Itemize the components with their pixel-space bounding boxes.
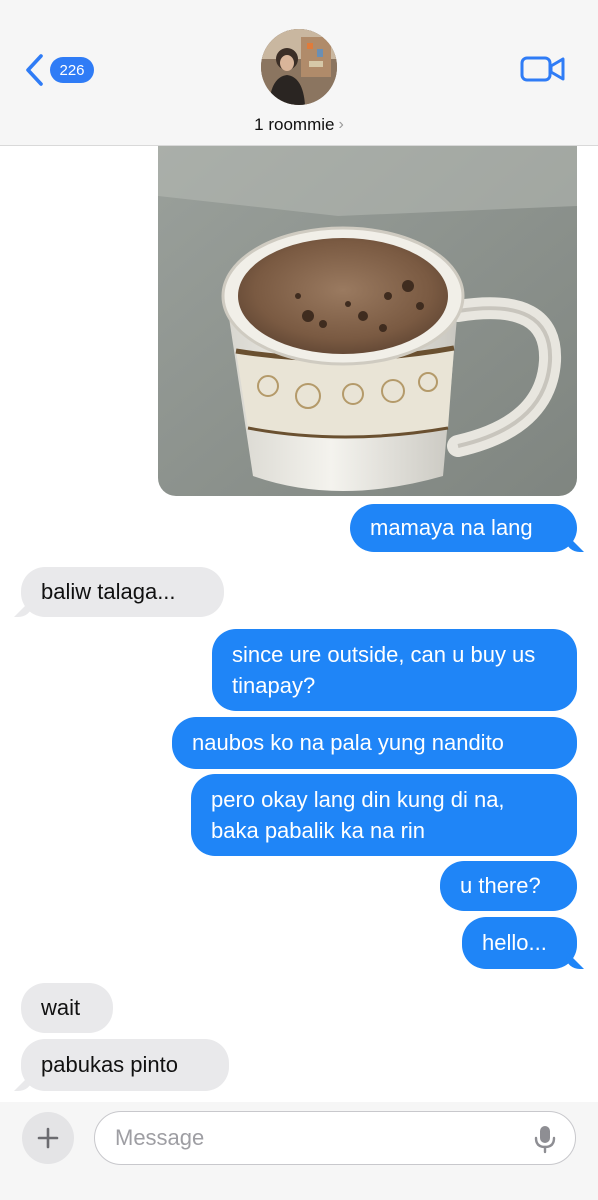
outgoing-message[interactable]: naubos ko na pala yung nandito — [172, 717, 577, 769]
message-text: baliw talaga... — [41, 579, 176, 604]
contact-name[interactable]: 1 roommie › — [0, 115, 598, 135]
message-text: u there? — [460, 873, 541, 898]
message-composer — [0, 1102, 598, 1200]
outgoing-message[interactable]: hello... — [462, 917, 577, 969]
video-camera-icon[interactable] — [520, 54, 566, 84]
add-attachment-button[interactable] — [22, 1112, 74, 1164]
message-text: wait — [41, 995, 81, 1020]
outgoing-message[interactable]: u there? — [440, 861, 577, 911]
chevron-right-icon: › — [338, 116, 344, 133]
message-text: naubos ko na pala yung nandito — [192, 730, 504, 755]
message-text: hello... — [482, 930, 547, 955]
message-text: pabukas pinto — [41, 1052, 178, 1077]
incoming-message[interactable]: wait — [21, 983, 113, 1033]
message-input[interactable] — [115, 1112, 515, 1163]
conversation-header: 226 1 roommie › — [0, 0, 598, 146]
back-button[interactable]: 226 — [22, 50, 102, 90]
contact-name-label: 1 roommie — [254, 115, 335, 134]
plus-icon — [37, 1127, 59, 1149]
chevron-left-icon — [26, 54, 43, 86]
photo-message[interactable] — [158, 146, 577, 496]
message-text: pero okay lang din kung di na, baka paba… — [211, 787, 505, 843]
outgoing-message[interactable]: mamaya na lang — [350, 504, 577, 552]
message-text: mamaya na lang — [370, 515, 533, 540]
outgoing-message[interactable]: since ure outside, can u buy us tinapay? — [212, 629, 577, 711]
coffee-mug-photo — [158, 146, 577, 496]
message-text: since ure outside, can u buy us tinapay? — [232, 642, 536, 698]
incoming-message[interactable]: pabukas pinto — [21, 1039, 229, 1091]
incoming-message[interactable]: baliw talaga... — [21, 567, 224, 617]
unread-count-badge: 226 — [50, 57, 94, 83]
microphone-icon[interactable] — [533, 1124, 557, 1154]
outgoing-message[interactable]: pero okay lang din kung di na, baka paba… — [191, 774, 577, 856]
contact-avatar[interactable] — [261, 29, 337, 105]
message-input-container[interactable] — [94, 1111, 576, 1165]
